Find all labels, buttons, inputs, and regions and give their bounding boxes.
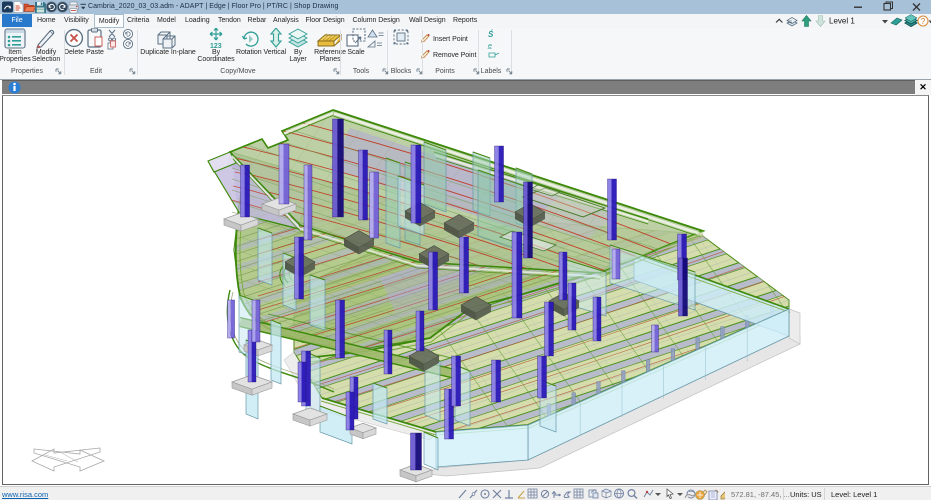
svg-text:Level 1: Level 1: [829, 17, 855, 26]
svg-text:?: ?: [921, 17, 926, 26]
